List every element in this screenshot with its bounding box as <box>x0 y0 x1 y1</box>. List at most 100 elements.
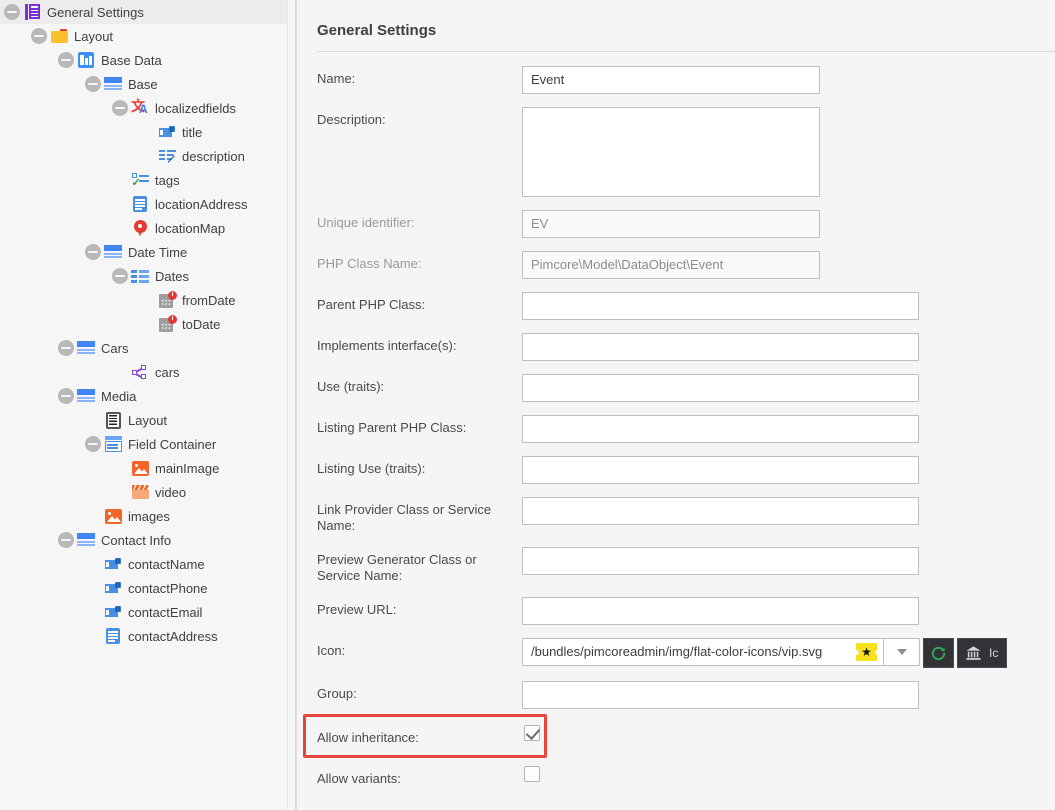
listing-use-traits-label: Listing Use (traits): <box>317 456 522 477</box>
tree-spacer <box>112 220 128 236</box>
tree-item-title[interactable]: title <box>0 120 295 144</box>
tree-item-layout[interactable]: Layout <box>0 408 295 432</box>
field-container-icon <box>104 435 122 453</box>
tree-spacer <box>85 556 101 572</box>
tree-item-contactemail[interactable]: contactEmail <box>0 600 295 624</box>
tree-spacer <box>139 292 155 308</box>
tree-item-contactaddress[interactable]: contactAddress <box>0 624 295 648</box>
tree-item-base-data[interactable]: Base Data <box>0 48 295 72</box>
tree-item-label: video <box>155 486 186 499</box>
collapse-icon[interactable] <box>85 76 101 92</box>
video-icon <box>131 483 149 501</box>
parent-php-class-input[interactable] <box>522 292 919 320</box>
tree-spacer <box>112 196 128 212</box>
field-row-group: Group: <box>297 681 1055 709</box>
document-icon <box>131 195 149 213</box>
tree-item-general-settings[interactable]: General Settings <box>0 0 295 24</box>
implements-interfaces-label: Implements interface(s): <box>317 333 522 354</box>
collapse-icon[interactable] <box>58 340 74 356</box>
field-row-use-traits: Use (traits): <box>297 374 1055 402</box>
implements-interfaces-input[interactable] <box>522 333 919 361</box>
collapse-icon[interactable] <box>112 100 128 116</box>
tree-item-label: locationMap <box>155 222 225 235</box>
name-input[interactable]: Event <box>522 66 820 94</box>
field-row-implements-interfaces: Implements interface(s): <box>297 333 1055 361</box>
icon-label: Icon: <box>317 638 522 659</box>
tree-item-label: Date Time <box>128 246 187 259</box>
reload-icons-button[interactable] <box>923 638 954 668</box>
panel-icon <box>77 339 95 357</box>
tree-item-field-container[interactable]: Field Container <box>0 432 295 456</box>
collapse-icon[interactable] <box>58 388 74 404</box>
collapse-icon[interactable] <box>85 244 101 260</box>
tree-item-label: Base Data <box>101 54 162 67</box>
tree-item-video[interactable]: video <box>0 480 295 504</box>
field-row-listing-use-traits: Listing Use (traits): <box>297 456 1055 484</box>
allow-inheritance-label: Allow inheritance: <box>317 725 522 746</box>
calendar-clock-icon <box>158 315 176 333</box>
textarea-field-icon <box>158 147 176 165</box>
vip-star-icon: ★ <box>856 643 877 661</box>
dates-list-icon <box>131 267 149 285</box>
pimcore-class-editor: General SettingsLayoutBase DataBase文Aloc… <box>0 0 1055 810</box>
calendar-clock-icon <box>158 291 176 309</box>
tree-item-media[interactable]: Media <box>0 384 295 408</box>
icon-input[interactable]: /bundles/pimcoreadmin/img/flat-color-ico… <box>522 638 884 666</box>
group-input[interactable] <box>522 681 919 709</box>
tree-item-todate[interactable]: toDate <box>0 312 295 336</box>
tree-item-label: Layout <box>128 414 167 427</box>
general-settings-icon <box>23 3 41 21</box>
tree-item-mainimage[interactable]: mainImage <box>0 456 295 480</box>
tree-item-dates[interactable]: Dates <box>0 264 295 288</box>
tree-item-cars[interactable]: Cars <box>0 336 295 360</box>
tree-item-images[interactable]: images <box>0 504 295 528</box>
tree-item-contact-info[interactable]: Contact Info <box>0 528 295 552</box>
field-row-unique-identifier: Unique identifier: EV <box>297 210 1055 238</box>
group-label: Group: <box>317 681 522 702</box>
tree-item-label: title <box>182 126 202 139</box>
allow-variants-checkbox[interactable] <box>524 766 540 782</box>
panel-tabs-icon <box>77 51 95 69</box>
collapse-icon[interactable] <box>85 436 101 452</box>
tree-item-date-time[interactable]: Date Time <box>0 240 295 264</box>
tree-item-base[interactable]: Base <box>0 72 295 96</box>
tree-item-contactname[interactable]: contactName <box>0 552 295 576</box>
tree-item-label: localizedfields <box>155 102 236 115</box>
tree-scrollbar[interactable] <box>287 0 295 810</box>
tree-item-locationaddress[interactable]: locationAddress <box>0 192 295 216</box>
icon-dropdown-button[interactable] <box>884 638 920 666</box>
tree-item-fromdate[interactable]: fromDate <box>0 288 295 312</box>
image-icon <box>104 507 122 525</box>
refresh-icon <box>930 645 947 662</box>
listing-use-traits-input[interactable] <box>522 456 919 484</box>
description-textarea[interactable] <box>522 107 820 197</box>
field-row-allow-inheritance: Allow inheritance: <box>297 725 1055 746</box>
tree-item-cars[interactable]: cars <box>0 360 295 384</box>
preview-generator-label: Preview Generator Class or Service Name: <box>317 547 522 584</box>
tree-item-localizedfields[interactable]: 文Alocalizedfields <box>0 96 295 120</box>
tree-item-locationmap[interactable]: locationMap <box>0 216 295 240</box>
allow-inheritance-checkbox[interactable] <box>524 725 540 741</box>
icon-library-button[interactable]: Ic <box>957 638 1007 668</box>
map-pin-icon <box>131 219 149 237</box>
collapse-icon[interactable] <box>4 4 20 20</box>
link-provider-input[interactable] <box>522 497 919 525</box>
tree-item-tags[interactable]: ✓tags <box>0 168 295 192</box>
preview-generator-input[interactable] <box>522 547 919 575</box>
document-icon <box>104 627 122 645</box>
tags-icon: ✓ <box>131 171 149 189</box>
collapse-icon[interactable] <box>58 532 74 548</box>
collapse-icon[interactable] <box>31 28 47 44</box>
tree-item-contactphone[interactable]: contactPhone <box>0 576 295 600</box>
input-field-icon <box>104 579 122 597</box>
class-structure-tree[interactable]: General SettingsLayoutBase DataBase文Aloc… <box>0 0 296 810</box>
listing-parent-php-class-label: Listing Parent PHP Class: <box>317 415 522 436</box>
tree-item-layout[interactable]: Layout <box>0 24 295 48</box>
tree-item-label: contactEmail <box>128 606 202 619</box>
collapse-icon[interactable] <box>58 52 74 68</box>
preview-url-input[interactable] <box>522 597 919 625</box>
collapse-icon[interactable] <box>112 268 128 284</box>
tree-item-description[interactable]: description <box>0 144 295 168</box>
listing-parent-php-class-input[interactable] <box>522 415 919 443</box>
use-traits-input[interactable] <box>522 374 919 402</box>
